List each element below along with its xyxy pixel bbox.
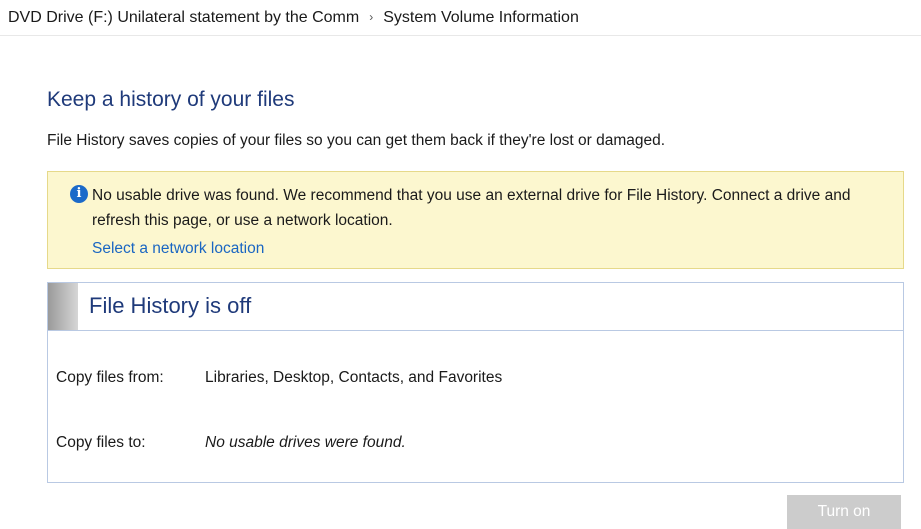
select-network-location-link[interactable]: Select a network location bbox=[92, 240, 264, 258]
copy-to-value: No usable drives were found. bbox=[205, 434, 406, 451]
copy-from-label: Copy files from: bbox=[56, 369, 164, 386]
turn-on-button[interactable]: Turn on bbox=[787, 495, 901, 529]
breadcrumb: DVD Drive (F:) Unilateral statement by t… bbox=[0, 0, 921, 36]
copy-to-label: Copy files to: bbox=[56, 434, 146, 451]
file-history-status-panel: File History is off Copy files from: Lib… bbox=[47, 282, 904, 483]
breadcrumb-item-system-volume-information[interactable]: System Volume Information bbox=[383, 9, 579, 27]
status-indicator-bar bbox=[48, 283, 78, 330]
info-icon: i bbox=[70, 185, 88, 203]
status-header: File History is off bbox=[48, 283, 903, 331]
no-drive-info-banner: i No usable drive was found. We recommen… bbox=[47, 171, 904, 269]
breadcrumb-item-dvd-drive[interactable]: DVD Drive (F:) Unilateral statement by t… bbox=[8, 9, 359, 27]
status-title: File History is off bbox=[89, 293, 252, 318]
page-description: File History saves copies of your files … bbox=[47, 132, 666, 149]
copy-from-value: Libraries, Desktop, Contacts, and Favori… bbox=[205, 369, 503, 386]
file-history-page: DVD Drive (F:) Unilateral statement by t… bbox=[0, 0, 921, 529]
chevron-right-icon: › bbox=[369, 9, 374, 24]
page-title: Keep a history of your files bbox=[47, 88, 295, 111]
info-message: No usable drive was found. We recommend … bbox=[92, 187, 851, 229]
